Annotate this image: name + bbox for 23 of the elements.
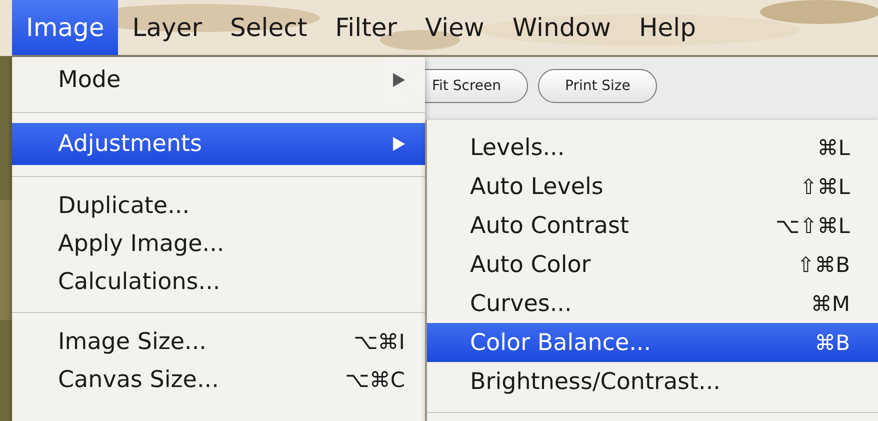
menu-title[interactable]: Layer: [118, 0, 216, 55]
menu-title[interactable]: View: [411, 0, 498, 55]
menu-item[interactable]: Color Balance... ⌘B: [427, 323, 878, 362]
menu-item[interactable]: Curves... ⌘M: [427, 284, 878, 323]
menu-item[interactable]: Calculations...: [12, 263, 425, 301]
menu-item[interactable]: Apply Image...: [12, 225, 425, 263]
submenu-arrow-icon: [393, 73, 405, 87]
menu-item[interactable]: Canvas Size... ⌥⌘C: [12, 361, 425, 399]
menu-item[interactable]: Duplicate...: [12, 187, 425, 225]
menu-item[interactable]: Image Size... ⌥⌘I: [12, 323, 425, 361]
menu-item[interactable]: Auto Color ⇧⌘B: [427, 245, 878, 284]
menu-item[interactable]: Auto Contrast ⌥⇧⌘L: [427, 206, 878, 245]
menu-title[interactable]: Select: [216, 0, 322, 55]
toolbar-button[interactable]: Print Size: [538, 68, 658, 102]
menu-title[interactable]: Image: [12, 0, 118, 55]
menu-item[interactable]: Brightness/Contrast...: [427, 362, 878, 401]
menu-item[interactable]: Levels... ⌘L: [427, 128, 878, 167]
menu-title[interactable]: Help: [624, 0, 710, 55]
menu-title[interactable]: Filter: [321, 0, 412, 55]
menu-item[interactable]: Adjustments: [12, 123, 425, 165]
submenu-arrow-icon: [393, 137, 405, 151]
menu-item[interactable]: Auto Levels ⇧⌘L: [427, 167, 878, 206]
menu-title[interactable]: Window: [498, 0, 625, 55]
